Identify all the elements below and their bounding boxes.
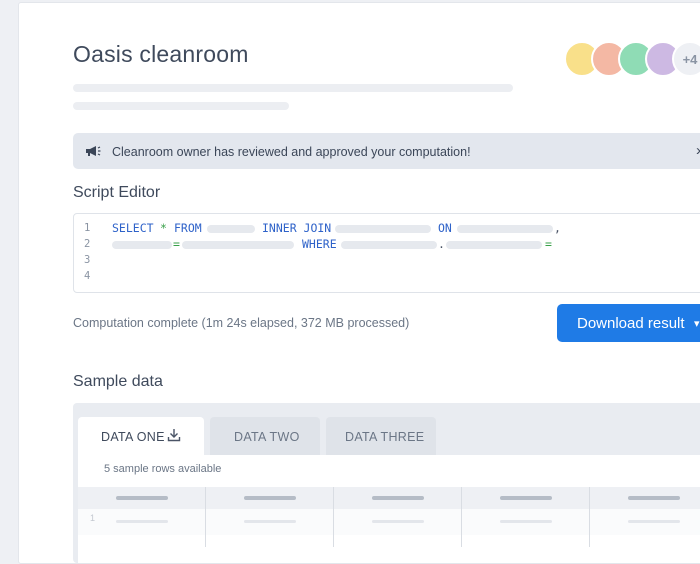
- more-members-badge[interactable]: +4: [672, 41, 700, 77]
- download-result-button[interactable]: Download result ▾: [557, 304, 700, 342]
- sample-rows-count: 5 sample rows available: [104, 463, 222, 475]
- line-number: 1: [84, 222, 91, 234]
- redacted-column-name: [457, 225, 553, 233]
- column-divider: [589, 487, 590, 547]
- keyword-select: SELECT: [112, 221, 154, 235]
- page-title: Oasis cleanroom: [73, 41, 249, 67]
- redacted-column-name: [446, 241, 542, 249]
- dot: .: [438, 237, 445, 251]
- table-header: [78, 487, 700, 509]
- cell-placeholder: [500, 520, 552, 523]
- cell-placeholder: [372, 520, 424, 523]
- column-header-placeholder[interactable]: [500, 496, 552, 500]
- cell-placeholder: [628, 520, 680, 523]
- column-divider: [461, 487, 462, 547]
- sample-data-panel: DATA ONE DATA TWO DATA THREE 5 sample ro…: [73, 403, 700, 563]
- operator-equals: =: [545, 237, 552, 251]
- download-result-label: Download result: [577, 315, 685, 332]
- megaphone-icon: [85, 144, 101, 162]
- redacted-column-name: [182, 241, 294, 249]
- cell-placeholder: [116, 520, 168, 523]
- keyword-on: ON: [438, 221, 452, 235]
- banner-message: Cleanroom owner has reviewed and approve…: [112, 145, 471, 159]
- chevron-down-icon[interactable]: ▾: [694, 317, 700, 330]
- tab-data-one[interactable]: DATA ONE: [78, 417, 204, 455]
- redacted-column-name: [112, 241, 172, 249]
- table-row: [78, 509, 700, 535]
- column-divider: [333, 487, 334, 547]
- column-header-placeholder[interactable]: [244, 496, 296, 500]
- cell-placeholder: [244, 520, 296, 523]
- line-number: 3: [84, 254, 91, 266]
- redacted-table-name: [335, 225, 431, 233]
- computation-status: Computation complete (1m 24s elapsed, 37…: [73, 316, 410, 330]
- tab-data-three[interactable]: DATA THREE: [326, 417, 436, 455]
- comma: ,: [554, 221, 561, 235]
- script-editor[interactable]: 1 2 3 4 SELECT * FROM INNER JOIN ON , = …: [73, 213, 700, 293]
- description-placeholder-line-2: [73, 102, 289, 110]
- tab-label: DATA TWO: [234, 430, 300, 444]
- column-header-placeholder[interactable]: [372, 496, 424, 500]
- column-divider: [205, 487, 206, 547]
- chevron-right-icon[interactable]: ›: [696, 142, 700, 159]
- row-number: 1: [90, 513, 96, 523]
- keyword-from: FROM: [174, 221, 202, 235]
- line-number: 2: [84, 238, 91, 250]
- cleanroom-card: Oasis cleanroom +4 Cleanroom owner has r…: [18, 2, 700, 564]
- operator-equals: =: [173, 237, 180, 251]
- keyword-where: WHERE: [302, 237, 337, 251]
- redacted-table-name: [341, 241, 437, 249]
- column-header-placeholder[interactable]: [628, 496, 680, 500]
- description-placeholder-line-1: [73, 84, 513, 92]
- script-editor-heading: Script Editor: [73, 184, 161, 201]
- tab-label: DATA ONE: [101, 430, 165, 444]
- keyword-inner-join: INNER JOIN: [262, 221, 332, 235]
- sample-data-heading: Sample data: [73, 373, 163, 390]
- redacted-table-name: [207, 225, 255, 233]
- sample-data-table-area: 5 sample rows available 1: [78, 455, 700, 563]
- download-icon[interactable]: [167, 428, 181, 445]
- operator-star: *: [160, 221, 167, 235]
- tab-data-two[interactable]: DATA TWO: [210, 417, 320, 455]
- tab-label: DATA THREE: [345, 430, 425, 444]
- column-header-placeholder[interactable]: [116, 496, 168, 500]
- approval-banner: Cleanroom owner has reviewed and approve…: [73, 133, 700, 169]
- line-number: 4: [84, 270, 91, 282]
